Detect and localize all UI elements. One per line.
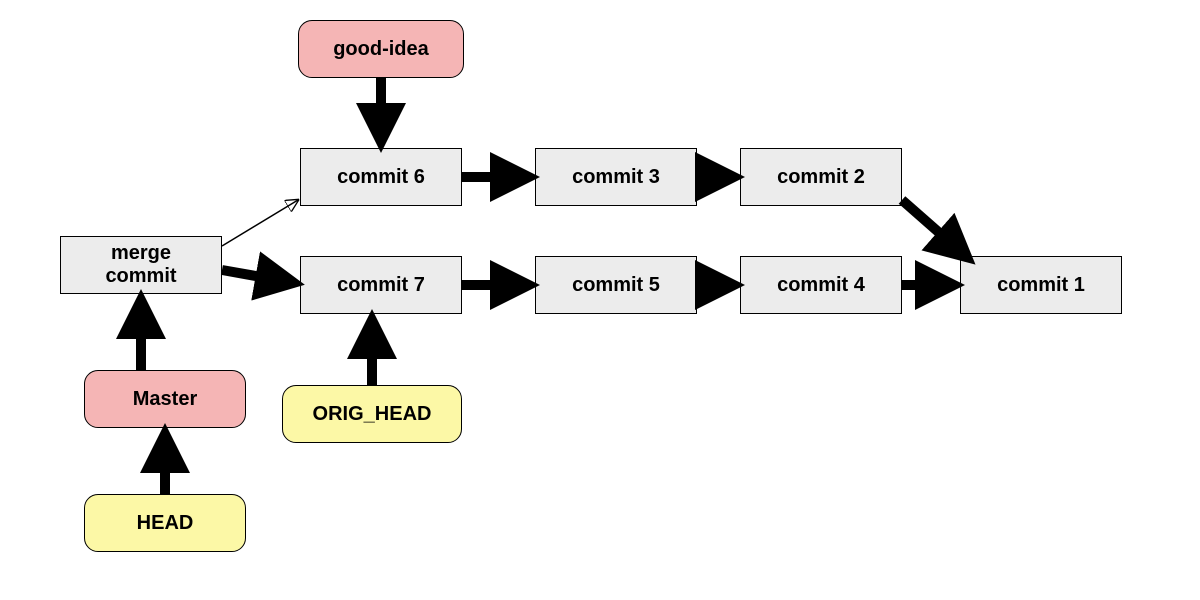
label: commit 2 — [777, 166, 865, 189]
commit-6: commit 6 — [300, 148, 462, 206]
label: commit 6 — [337, 166, 425, 189]
label: Master — [133, 388, 197, 411]
branch-master: Master — [84, 370, 246, 428]
edge-commit2-commit1 — [902, 200, 968, 258]
label: commit 1 — [997, 274, 1085, 297]
commit-7: commit 7 — [300, 256, 462, 314]
ref-head: HEAD — [84, 494, 246, 552]
edge-merge-commit7 — [222, 270, 295, 283]
ref-orig-head: ORIG_HEAD — [282, 385, 462, 443]
label: commit 5 — [572, 274, 660, 297]
label: good-idea — [333, 38, 429, 61]
edge-merge-commit6 — [222, 200, 298, 246]
label: commit 7 — [337, 274, 425, 297]
commit-5: commit 5 — [535, 256, 697, 314]
label: merge commit — [105, 242, 176, 288]
label: commit 3 — [572, 166, 660, 189]
label: ORIG_HEAD — [313, 403, 432, 426]
commit-3: commit 3 — [535, 148, 697, 206]
commit-1: commit 1 — [960, 256, 1122, 314]
commit-2: commit 2 — [740, 148, 902, 206]
branch-good-idea: good-idea — [298, 20, 464, 78]
label: commit 4 — [777, 274, 865, 297]
git-diagram: good-idea commit 6 commit 3 commit 2 mer… — [0, 0, 1200, 600]
commit-4: commit 4 — [740, 256, 902, 314]
merge-commit: merge commit — [60, 236, 222, 294]
label: HEAD — [137, 512, 194, 535]
